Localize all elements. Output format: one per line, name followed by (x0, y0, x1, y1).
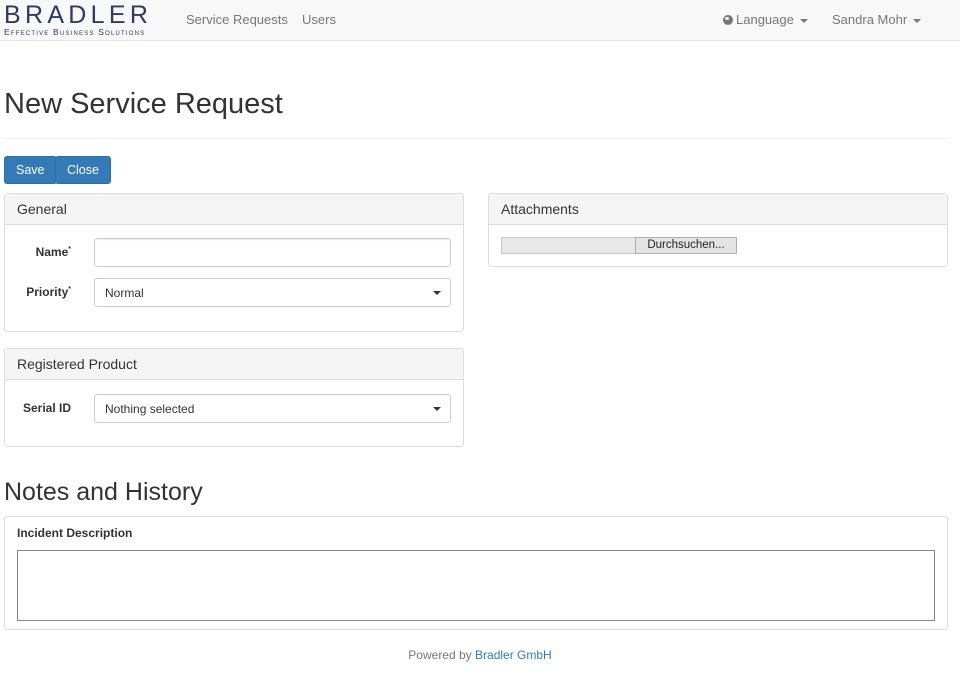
nav-link-service-requests[interactable]: Service Requests (186, 12, 288, 27)
general-panel: General Name* Priority* Normal (4, 193, 464, 332)
serial-id-value: Nothing selected (105, 402, 195, 416)
incident-description-label: Incident Description (17, 526, 133, 540)
language-dropdown[interactable]: Language (723, 12, 808, 27)
serial-id-label: Serial ID (22, 401, 71, 415)
registered-product-panel-heading: Registered Product (5, 349, 463, 380)
user-menu-dropdown[interactable]: Sandra Mohr (832, 12, 922, 27)
name-label: Name* (35, 245, 71, 259)
brand-logo[interactable]: BRADLER Effective Business Solutions (4, 1, 153, 37)
browse-button[interactable]: Durchsuchen... (635, 237, 737, 254)
attachments-panel: Attachments Durchsuchen... (488, 193, 948, 267)
serial-id-select[interactable]: Nothing selected (94, 394, 451, 423)
notes-section-title: Notes and History (4, 478, 203, 506)
globe-icon (723, 15, 733, 25)
page-title: New Service Request (4, 88, 283, 120)
attachments-panel-heading: Attachments (489, 194, 947, 225)
chevron-down-icon (433, 407, 441, 411)
save-button[interactable]: Save (4, 156, 57, 184)
brand-tagline: Effective Business Solutions (4, 27, 146, 37)
footer-prefix: Powered by (408, 648, 472, 662)
nav-link-users[interactable]: Users (302, 12, 336, 27)
caret-down-icon (799, 18, 808, 23)
name-input[interactable] (94, 238, 451, 267)
priority-value: Normal (105, 286, 144, 300)
priority-label: Priority* (26, 285, 71, 299)
caret-down-icon (913, 18, 922, 23)
general-panel-heading: General (5, 194, 463, 225)
divider (4, 138, 948, 139)
user-name: Sandra Mohr (832, 12, 908, 27)
language-label: Language (736, 12, 794, 27)
priority-select[interactable]: Normal (94, 278, 451, 307)
footer: Powered by Bradler GmbH (0, 648, 960, 662)
chevron-down-icon (433, 291, 441, 295)
file-input[interactable]: Durchsuchen... (501, 237, 737, 254)
registered-product-panel: Registered Product Serial ID Nothing sel… (4, 348, 464, 447)
close-button[interactable]: Close (55, 156, 111, 184)
brand-name: BRADLER (4, 1, 153, 29)
footer-company-link[interactable]: Bradler GmbH (475, 648, 552, 662)
incident-description-textarea[interactable] (17, 550, 935, 621)
navbar: BRADLER Effective Business Solutions Ser… (0, 0, 960, 41)
notes-panel: Incident Description (4, 516, 948, 630)
